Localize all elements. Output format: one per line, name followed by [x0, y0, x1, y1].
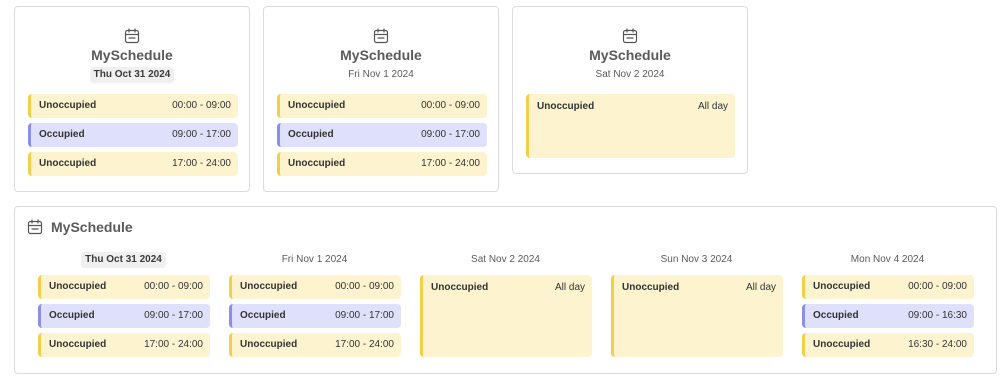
slot-time: 17:00 - 24:00	[421, 158, 480, 169]
week-day-column: Fri Nov 1 2024	[229, 249, 400, 268]
schedule-title: MySchedule	[91, 47, 173, 63]
day-date: Sat Nov 2 2024	[471, 254, 540, 265]
slot-time: 00:00 - 09:00	[172, 100, 231, 111]
time-slot[interactable]: Unoccupied All day	[526, 94, 735, 158]
slot-label: Unoccupied	[240, 281, 298, 292]
day-card: MySchedule Fri Nov 1 2024 Unoccupied 00:…	[263, 6, 499, 192]
slot-label: Unoccupied	[49, 339, 107, 350]
slot-label: Unoccupied	[49, 281, 107, 292]
slot-time: 17:00 - 24:00	[144, 339, 203, 350]
time-slot[interactable]: Occupied 09:00 - 17:00	[38, 304, 210, 328]
slot-label: Occupied	[813, 310, 859, 321]
day-card-header: MySchedule Fri Nov 1 2024	[264, 7, 498, 83]
week-day-column: Sat Nov 2 2024	[420, 249, 591, 268]
time-slot[interactable]: Unoccupied 16:30 - 24:00	[802, 333, 974, 357]
week-card-header: MySchedule	[27, 218, 133, 236]
slot-time: 09:00 - 17:00	[335, 310, 394, 321]
time-slot[interactable]: Unoccupied 17:00 - 24:00	[229, 333, 401, 357]
calendar-icon	[373, 28, 389, 44]
slot-label: Unoccupied	[288, 100, 346, 111]
slot-label: Unoccupied	[813, 281, 871, 292]
slot-time: 09:00 - 17:00	[421, 129, 480, 140]
calendar-icon	[124, 28, 140, 44]
week-day-column: Mon Nov 4 2024	[802, 249, 973, 268]
time-slot[interactable]: Unoccupied 17:00 - 24:00	[277, 152, 487, 176]
slot-time: 00:00 - 09:00	[335, 281, 394, 292]
slot-label: Unoccupied	[39, 158, 97, 169]
time-slot[interactable]: Occupied 09:00 - 16:30	[802, 304, 974, 328]
day-date: Sat Nov 2 2024	[595, 69, 665, 80]
schedule-title: MySchedule	[340, 47, 422, 63]
day-card-header: MySchedule Thu Oct 31 2024	[15, 7, 249, 83]
slot-label: Unoccupied	[288, 158, 346, 169]
slot-label: Unoccupied	[431, 282, 489, 293]
calendar-icon	[27, 219, 43, 235]
day-date: Thu Oct 31 2024	[89, 67, 175, 83]
schedule-title: MySchedule	[51, 219, 133, 235]
day-card-header: MySchedule Sat Nov 2 2024	[513, 7, 747, 83]
week-day-column: Thu Oct 31 2024	[38, 249, 209, 268]
slot-time: 00:00 - 09:00	[144, 281, 203, 292]
slot-label: Unoccupied	[813, 339, 871, 350]
slot-label: Occupied	[49, 310, 95, 321]
slot-label: Unoccupied	[39, 100, 97, 111]
slot-time: 16:30 - 24:00	[908, 339, 967, 350]
slot-label: Occupied	[288, 129, 334, 140]
day-card: MySchedule Sat Nov 2 2024 Unoccupied All…	[512, 6, 748, 174]
slot-label: Occupied	[240, 310, 286, 321]
slot-time: 00:00 - 09:00	[421, 100, 480, 111]
week-day-column: Sun Nov 3 2024	[611, 249, 782, 268]
time-slot[interactable]: Unoccupied 00:00 - 09:00	[802, 275, 974, 299]
slot-time: 17:00 - 24:00	[172, 158, 231, 169]
calendar-icon	[622, 28, 638, 44]
time-slot[interactable]: Unoccupied 00:00 - 09:00	[28, 94, 238, 118]
time-slot[interactable]: Unoccupied All day	[420, 275, 592, 357]
week-card: MySchedule Thu Oct 31 2024 Unoccupied 00…	[14, 206, 997, 374]
slot-label: Unoccupied	[537, 101, 595, 112]
slot-time: 09:00 - 17:00	[144, 310, 203, 321]
time-slot[interactable]: Occupied 09:00 - 17:00	[28, 123, 238, 147]
slot-label: Unoccupied	[622, 282, 680, 293]
time-slot[interactable]: Unoccupied All day	[611, 275, 783, 357]
slot-time: All day	[554, 282, 585, 293]
time-slot[interactable]: Unoccupied 17:00 - 24:00	[38, 333, 210, 357]
slot-time: 00:00 - 09:00	[908, 281, 967, 292]
day-date: Fri Nov 1 2024	[281, 254, 348, 265]
time-slot[interactable]: Occupied 09:00 - 17:00	[277, 123, 487, 147]
slot-label: Occupied	[39, 129, 85, 140]
slot-label: Unoccupied	[240, 339, 298, 350]
schedule-title: MySchedule	[589, 47, 671, 63]
day-date: Sun Nov 3 2024	[660, 254, 733, 265]
slot-time: 17:00 - 24:00	[335, 339, 394, 350]
time-slot[interactable]: Occupied 09:00 - 17:00	[229, 304, 401, 328]
slot-time: 09:00 - 17:00	[172, 129, 231, 140]
slot-time: All day	[745, 282, 776, 293]
day-date: Fri Nov 1 2024	[348, 69, 414, 80]
time-slot[interactable]: Unoccupied 17:00 - 24:00	[28, 152, 238, 176]
slot-time: All day	[697, 101, 728, 112]
day-date: Thu Oct 31 2024	[81, 252, 166, 268]
day-date: Mon Nov 4 2024	[850, 254, 925, 265]
day-card: MySchedule Thu Oct 31 2024 Unoccupied 00…	[14, 6, 250, 192]
time-slot[interactable]: Unoccupied 00:00 - 09:00	[229, 275, 401, 299]
time-slot[interactable]: Unoccupied 00:00 - 09:00	[38, 275, 210, 299]
time-slot[interactable]: Unoccupied 00:00 - 09:00	[277, 94, 487, 118]
slot-time: 09:00 - 16:30	[908, 310, 967, 321]
